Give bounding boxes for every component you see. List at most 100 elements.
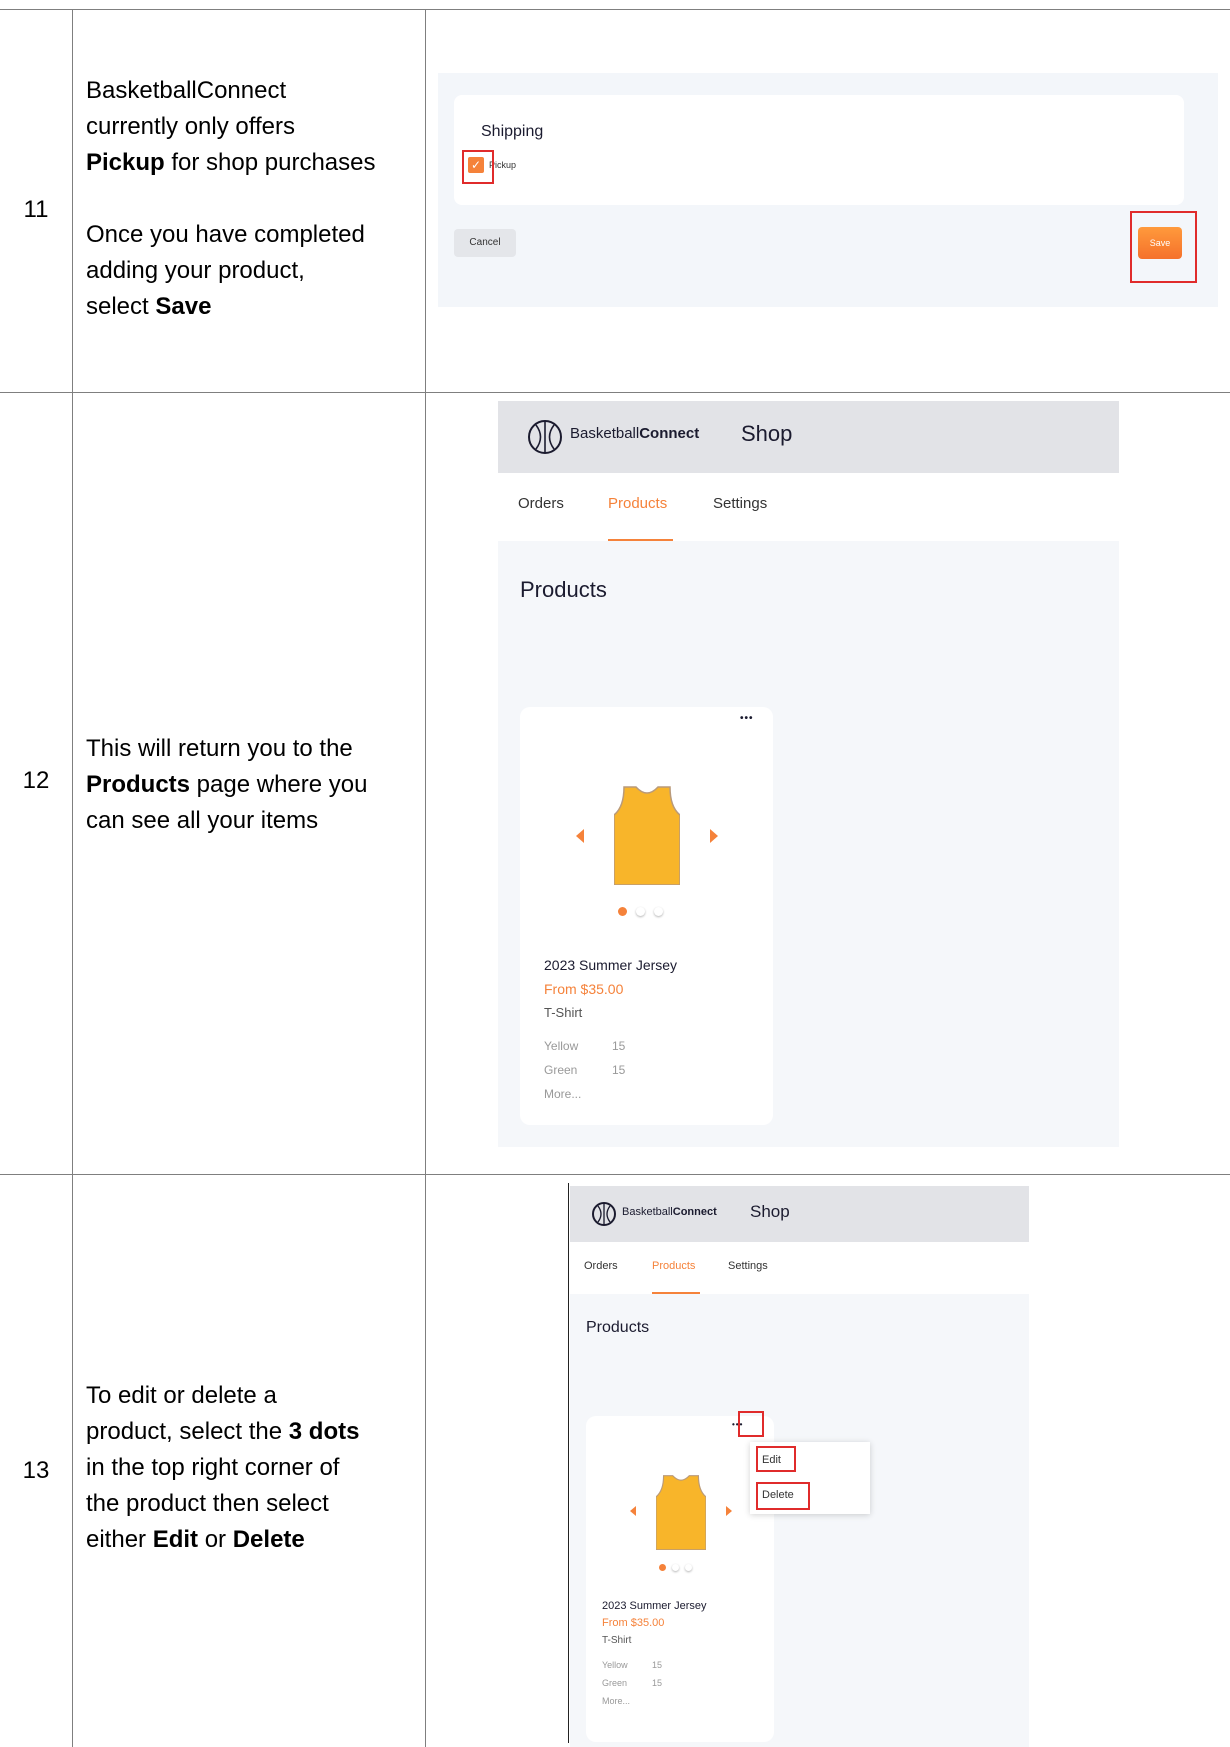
variant-qty: 15 <box>612 1063 626 1077</box>
desc-line: select Save <box>86 289 416 325</box>
brand-bold: Connect <box>672 1206 717 1218</box>
carousel-dot-active[interactable] <box>659 1564 666 1571</box>
carousel-dot[interactable] <box>636 907 645 916</box>
desc-line: Pickup for shop purchases <box>86 145 416 181</box>
product-price: From $35.00 <box>544 981 624 997</box>
product-card[interactable]: ••• 2023 Summer Jersey From $35.00 T-Shi… <box>520 707 773 1125</box>
variant-qty: 15 <box>652 1660 663 1670</box>
brand-regular: Basketball <box>622 1206 673 1218</box>
desc-line: either Edit or Delete <box>86 1522 421 1558</box>
shipping-screenshot: Shipping ✓ Pickup Cancel Save <box>438 73 1218 307</box>
carousel-next-icon[interactable] <box>710 829 718 843</box>
tab-orders[interactable]: Orders <box>584 1260 618 1272</box>
carousel-dot[interactable] <box>654 907 663 916</box>
desc-line: adding your product, <box>86 257 305 284</box>
desc-line: can see all your items <box>86 807 319 834</box>
products-menu-screenshot: BasketballConnect Shop Orders Products S… <box>570 1186 1029 1747</box>
desc-bold: Save <box>155 293 212 320</box>
desc-bold: Edit <box>152 1526 199 1553</box>
page-title: Products <box>586 1319 650 1336</box>
more-variants-link[interactable]: More... <box>602 1696 630 1706</box>
product-type: T-Shirt <box>544 1005 583 1020</box>
variant-qty: 15 <box>652 1678 663 1688</box>
desc-text: for shop purchases <box>164 149 376 176</box>
active-tab-underline <box>608 539 673 541</box>
tab-bar: Orders Products Settings <box>570 1242 1029 1294</box>
desc-bold: 3 dots <box>288 1418 360 1445</box>
highlight-box <box>738 1411 764 1437</box>
product-name: 2023 Summer Jersey <box>544 957 678 973</box>
step-number: 13 <box>22 1457 50 1484</box>
desc-line: the product then select <box>86 1490 329 1517</box>
carousel-next-icon[interactable] <box>726 1506 732 1516</box>
basketball-logo-icon <box>592 1202 616 1226</box>
brand-regular: Basketball <box>570 425 640 442</box>
more-options-icon[interactable]: ••• <box>740 713 754 724</box>
page-title: Products <box>520 577 607 602</box>
variant-name: Yellow <box>602 1660 628 1670</box>
basketball-logo-icon <box>528 420 562 454</box>
product-name: 2023 Summer Jersey <box>602 1600 707 1612</box>
carousel-prev-icon[interactable] <box>630 1506 636 1516</box>
tab-products[interactable]: Products <box>652 1260 695 1272</box>
shop-title: Shop <box>750 1202 790 1221</box>
carousel-dot[interactable] <box>685 1564 692 1571</box>
product-price: From $35.00 <box>602 1617 665 1629</box>
app-header: BasketballConnect Shop <box>498 401 1119 473</box>
carousel-prev-icon[interactable] <box>576 829 584 843</box>
jersey-image <box>656 1475 706 1550</box>
cancel-button[interactable]: Cancel <box>454 229 516 257</box>
desc-line: currently only offers <box>86 113 295 140</box>
variant-name: Yellow <box>544 1039 579 1053</box>
row-divider-2 <box>0 1174 1230 1175</box>
desc-line: Products page where you <box>86 767 421 803</box>
step-number: 12 <box>22 767 50 794</box>
more-variants-link[interactable]: More... <box>544 1087 581 1101</box>
step-description: To edit or delete a product, select the … <box>86 1378 421 1558</box>
screenshot-edge-line <box>568 1183 569 1743</box>
product-type: T-Shirt <box>602 1635 632 1646</box>
active-tab-underline <box>652 1292 700 1294</box>
tab-settings[interactable]: Settings <box>728 1260 768 1272</box>
variant-qty: 15 <box>612 1039 626 1053</box>
shipping-card: Shipping <box>454 95 1184 205</box>
jersey-image <box>614 786 680 885</box>
desc-bold: Products <box>86 771 191 798</box>
desc-line: This will return you to the <box>86 735 353 762</box>
row-divider-1 <box>0 392 1230 393</box>
tab-orders[interactable]: Orders <box>518 495 564 512</box>
product-card[interactable]: ••• 2023 Summer Jersey From $35.00 T-Shi… <box>586 1416 774 1742</box>
variant-name: Green <box>602 1678 628 1688</box>
column-divider-2 <box>425 9 426 1747</box>
brand-name: BasketballConnect <box>570 425 699 442</box>
desc-line: product, select the 3 dots <box>86 1414 421 1450</box>
desc-bold: Delete <box>232 1526 305 1553</box>
desc-line: Once you have completed <box>86 221 365 248</box>
app-header: BasketballConnect Shop <box>570 1186 1029 1242</box>
desc-text: product, select the <box>86 1418 289 1445</box>
carousel-dot[interactable] <box>672 1564 679 1571</box>
brand-bold: Connect <box>639 425 700 442</box>
desc-text: or <box>198 1526 233 1553</box>
step-description: This will return you to the Products pag… <box>86 731 421 839</box>
tab-bar: Orders Products Settings <box>498 473 1119 541</box>
step-description: BasketballConnect currently only offers … <box>86 73 416 325</box>
highlight-box <box>1130 211 1197 283</box>
shipping-title: Shipping <box>481 123 544 140</box>
desc-bold: Pickup <box>86 149 165 176</box>
tab-settings[interactable]: Settings <box>713 495 767 512</box>
brand-name: BasketballConnect <box>622 1206 717 1218</box>
variant-name: Green <box>544 1063 578 1077</box>
column-divider-1 <box>72 9 73 1747</box>
products-screenshot: BasketballConnect Shop Orders Products S… <box>498 401 1119 1147</box>
desc-text: either <box>86 1526 153 1553</box>
desc-spacer <box>86 181 416 217</box>
step-number: 11 <box>23 196 49 223</box>
tab-products[interactable]: Products <box>608 495 667 512</box>
desc-text: select <box>86 293 156 320</box>
carousel-dot-active[interactable] <box>618 907 627 916</box>
desc-line: in the top right corner of <box>86 1454 340 1481</box>
desc-line: To edit or delete a <box>86 1382 277 1409</box>
highlight-box <box>756 1446 796 1472</box>
highlight-box <box>462 150 494 184</box>
